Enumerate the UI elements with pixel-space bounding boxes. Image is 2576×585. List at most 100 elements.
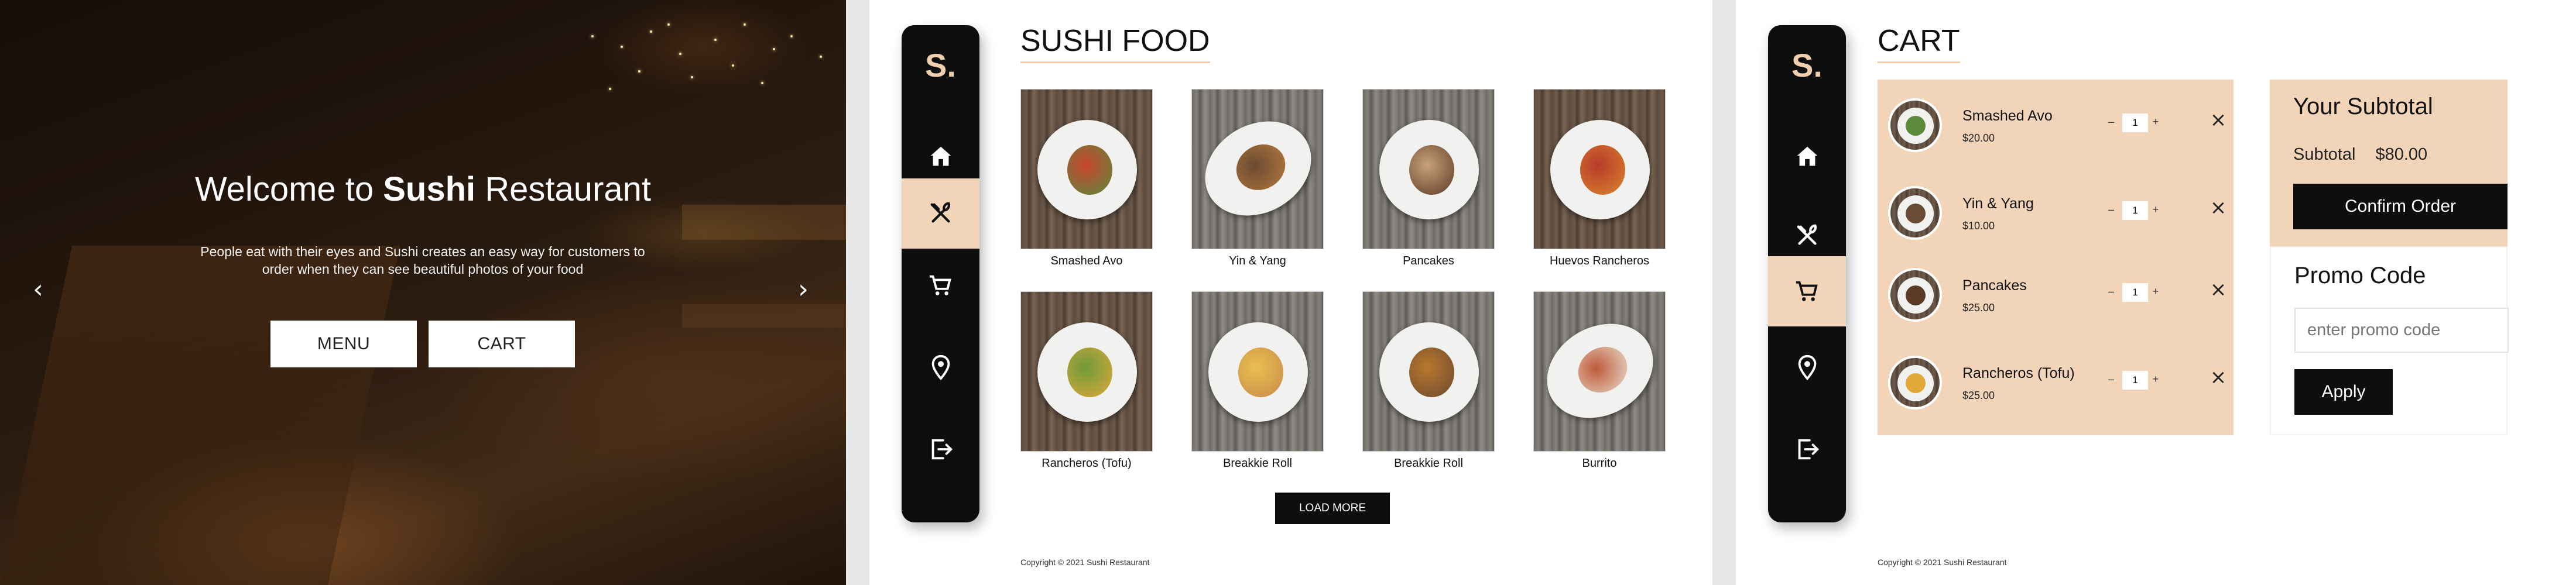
quantity-increase-button[interactable]: + xyxy=(2150,204,2161,216)
cart-icon xyxy=(929,275,951,295)
food-card[interactable]: Breakkie Roll xyxy=(1191,291,1324,470)
subtotal-heading: Your Subtotal xyxy=(2293,94,2433,119)
food-card[interactable]: Burrito xyxy=(1533,291,1666,470)
light-dot xyxy=(679,53,681,55)
subtotal-label: Subtotal xyxy=(2293,145,2356,164)
food-photo[interactable] xyxy=(1533,291,1666,452)
confirm-order-button[interactable]: Confirm Order xyxy=(2293,184,2508,229)
light-dot xyxy=(761,82,763,84)
food-name: Pancakes xyxy=(1403,254,1454,267)
food-photo[interactable] xyxy=(1020,89,1153,249)
cart-item-name: Rancheros (Tofu) xyxy=(1962,365,2075,381)
cart-item-price: $20.00 xyxy=(1962,132,1995,144)
apply-button[interactable]: Apply xyxy=(2294,369,2393,415)
light-dot xyxy=(638,70,640,73)
nav-home[interactable] xyxy=(1768,122,1846,192)
food-card[interactable]: Breakkie Roll xyxy=(1362,291,1495,470)
food-portion xyxy=(1067,144,1112,195)
quantity-input[interactable]: 1 xyxy=(2122,371,2148,390)
promo-code-input[interactable] xyxy=(2294,308,2509,353)
utensils-icon xyxy=(930,202,950,223)
light-dot xyxy=(650,30,652,33)
food-portion xyxy=(1906,373,1926,393)
nav-cart[interactable] xyxy=(902,250,979,321)
quantity-increase-button[interactable]: + xyxy=(2150,116,2161,128)
quantity-decrease-button[interactable]: – xyxy=(2106,285,2116,298)
hero-title-bold: Sushi xyxy=(383,170,476,208)
light-dot xyxy=(714,39,717,41)
quantity-decrease-button[interactable]: – xyxy=(2106,116,2116,128)
food-photo[interactable] xyxy=(1362,89,1495,249)
location-pin-icon xyxy=(931,355,950,381)
quantity-decrease-button[interactable]: – xyxy=(2106,204,2116,216)
food-name: Rancheros (Tofu) xyxy=(1042,457,1132,470)
food-card[interactable]: Smashed Avo xyxy=(1020,89,1153,268)
food-card[interactable]: Pancakes xyxy=(1362,89,1495,268)
remove-item-button[interactable]: × xyxy=(2208,367,2228,387)
cart-button[interactable]: CART xyxy=(429,321,575,367)
quantity-input[interactable]: 1 xyxy=(2122,201,2148,220)
menu-button[interactable]: MENU xyxy=(270,321,417,367)
quantity-increase-button[interactable]: + xyxy=(2150,285,2161,298)
light-dot xyxy=(621,46,623,48)
food-portion xyxy=(1228,135,1293,199)
food-portion xyxy=(1067,347,1112,397)
page-title: CART xyxy=(1878,24,1960,63)
cart-item-name: Yin & Yang xyxy=(1962,195,2034,212)
cart-item-thumbnail xyxy=(1888,356,1942,410)
food-photo[interactable] xyxy=(1362,291,1495,452)
subtotal-value: $80.00 xyxy=(2375,145,2428,164)
food-photo[interactable] xyxy=(1533,89,1666,249)
plate xyxy=(1897,365,1934,401)
food-name: Yin & Yang xyxy=(1229,254,1286,267)
food-portion xyxy=(1409,347,1454,397)
logo[interactable]: S. xyxy=(902,46,979,84)
food-portion xyxy=(1580,144,1625,195)
carousel-prev-arrow[interactable]: ‹ xyxy=(28,277,48,302)
light-dot xyxy=(691,76,693,78)
remove-item-button[interactable]: × xyxy=(2208,110,2228,130)
hero-panel: ‹ › Welcome to Sushi Restaurant People e… xyxy=(0,0,846,585)
quantity-increase-button[interactable]: + xyxy=(2150,373,2161,386)
nav-location[interactable] xyxy=(1768,332,1846,402)
food-card[interactable]: Rancheros (Tofu) xyxy=(1020,291,1153,470)
carousel-next-arrow[interactable]: › xyxy=(793,277,813,302)
food-portion xyxy=(1906,285,1926,305)
plate xyxy=(1897,195,1934,232)
quantity-decrease-button[interactable]: – xyxy=(2106,373,2116,386)
logout-icon xyxy=(1798,439,1819,460)
copyright: Copyright © 2021 Sushi Restaurant xyxy=(1878,558,2007,567)
cart-item-price: $25.00 xyxy=(1962,302,1995,314)
plate xyxy=(1192,102,1323,235)
logo[interactable]: S. xyxy=(1768,46,1846,84)
nav-location[interactable] xyxy=(902,332,979,402)
load-more-button[interactable]: LOAD MORE xyxy=(1275,493,1390,524)
location-pin-icon xyxy=(1798,355,1816,381)
food-photo[interactable] xyxy=(1191,89,1324,249)
menu-page: S. SUSHI FOOD Smashed Avo Yin & Yang Panca… xyxy=(869,0,1712,585)
subtotal-line: Subtotal $80.00 xyxy=(2293,145,2427,164)
food-card[interactable]: Huevos Rancheros xyxy=(1533,89,1666,268)
light-dot xyxy=(773,48,775,50)
quantity-input[interactable]: 1 xyxy=(2122,283,2148,302)
nav-cart[interactable] xyxy=(1768,256,1846,326)
food-name: Huevos Rancheros xyxy=(1549,254,1650,267)
cart-item-price: $25.00 xyxy=(1962,390,1995,401)
plate xyxy=(1379,322,1479,422)
food-photo[interactable] xyxy=(1020,291,1153,452)
plate xyxy=(1897,108,1934,144)
remove-item-button[interactable]: × xyxy=(2208,198,2228,218)
remove-item-button[interactable]: × xyxy=(2208,280,2228,300)
nav-logout[interactable] xyxy=(1768,414,1846,484)
cart-item-thumbnail xyxy=(1888,98,1942,152)
food-card[interactable]: Yin & Yang xyxy=(1191,89,1324,268)
food-photo[interactable] xyxy=(1191,291,1324,452)
nav-logout[interactable] xyxy=(902,414,979,484)
nav-menu[interactable] xyxy=(902,178,979,249)
sidebar: S. xyxy=(902,25,979,522)
plate xyxy=(1550,120,1650,219)
hero-title-prefix: Welcome to xyxy=(194,170,383,208)
light-dot xyxy=(744,23,746,26)
quantity-input[interactable]: 1 xyxy=(2122,113,2148,132)
cart-item-thumbnail xyxy=(1888,268,1942,322)
